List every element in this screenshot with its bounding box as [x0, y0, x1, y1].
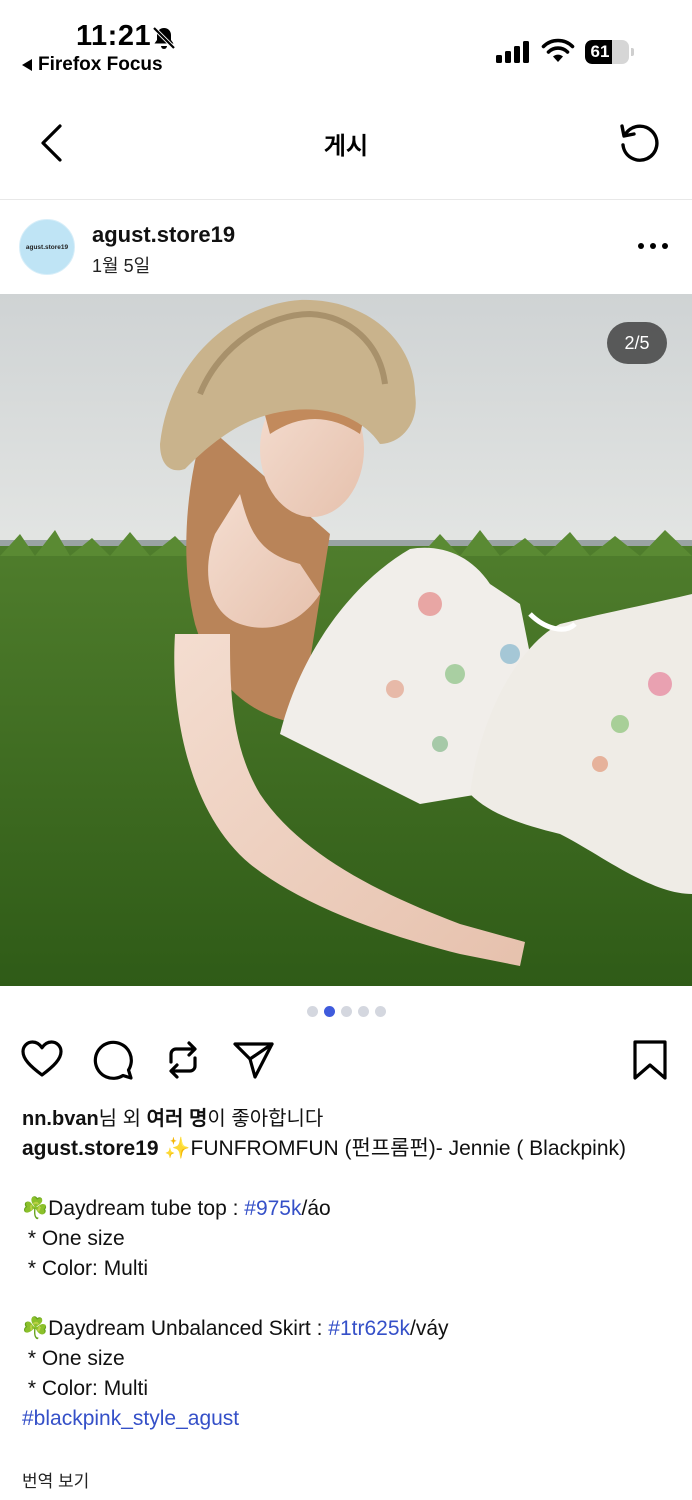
- post-username[interactable]: agust.store19: [92, 222, 235, 248]
- item1-prefix: ☘️Daydream tube top :: [22, 1197, 245, 1220]
- navigation-bar: 게시: [0, 90, 692, 200]
- item1-color: * Color: Multi: [22, 1257, 149, 1280]
- avatar[interactable]: agust.store19: [19, 219, 75, 275]
- likes-summary[interactable]: nn.bvan님 외 여러 명이 좋아합니다: [22, 1102, 323, 1131]
- caption-hashtag[interactable]: #blackpink_style_agust: [22, 1404, 662, 1434]
- liker-username[interactable]: nn.bvan: [22, 1108, 99, 1130]
- post-caption: agust.store19 ✨FUNFROMFUN (펀프롬펀)- Jennie…: [22, 1134, 662, 1434]
- more-horizontal-icon[interactable]: [636, 238, 670, 254]
- image-counter-badge: 2/5: [607, 322, 667, 364]
- status-bar: 11:21 Firefox Focus 61: [0, 0, 692, 90]
- post-photo-illustration: [0, 294, 692, 986]
- caption-intro: ✨FUNFROMFUN (펀프롬펀)- Jennie ( Blackpink): [158, 1137, 627, 1160]
- back-app-label: Firefox Focus: [38, 54, 163, 75]
- avatar-text: agust.store19: [25, 243, 69, 251]
- repost-icon[interactable]: [161, 1038, 205, 1082]
- item2-size: * One size: [22, 1347, 125, 1370]
- carousel-dot: [306, 1006, 318, 1017]
- wifi-icon: [541, 38, 575, 62]
- heart-icon[interactable]: [20, 1038, 64, 1082]
- battery-level-text: 61: [590, 42, 610, 61]
- likes-others[interactable]: 여러 명: [147, 1108, 208, 1130]
- post-header: agust.store19 agust.store19 1월 5일: [0, 200, 692, 294]
- translate-link[interactable]: 번역 보기: [22, 1467, 89, 1492]
- post-image[interactable]: 2/5: [0, 294, 692, 986]
- carousel-dot: [357, 1006, 369, 1017]
- item1-price-tag[interactable]: #975k: [244, 1197, 301, 1220]
- item2-prefix: ☘️Daydream Unbalanced Skirt :: [22, 1317, 329, 1340]
- cellular-signal-icon: [496, 41, 529, 63]
- refresh-icon[interactable]: [616, 120, 662, 166]
- post-actions: [0, 1038, 692, 1082]
- carousel-dot: [340, 1006, 352, 1017]
- carousel-dot-active: [323, 1006, 335, 1017]
- likes-text-mid: 님 외: [98, 1108, 147, 1130]
- item1-suffix: /áo: [301, 1197, 331, 1220]
- caption-intro-line: agust.store19 ✨FUNFROMFUN (펀프롬펀)- Jennie…: [22, 1134, 662, 1164]
- back-triangle-icon: [22, 59, 32, 71]
- carousel-dot: [374, 1006, 386, 1017]
- comment-icon[interactable]: [91, 1038, 135, 1082]
- item2-color: * Color: Multi: [22, 1377, 149, 1400]
- likes-text-tail: 이 좋아합니다: [207, 1108, 324, 1130]
- carousel-indicator: [0, 1006, 692, 1018]
- bell-muted-icon: [152, 26, 176, 50]
- status-time: 11:21: [76, 20, 152, 52]
- item2-suffix: /váy: [410, 1317, 449, 1340]
- caption-item1: ☘️Daydream tube top : #975k/áo: [22, 1194, 662, 1224]
- post-date: 1월 5일: [92, 256, 151, 276]
- bookmark-icon[interactable]: [628, 1038, 672, 1082]
- caption-item2: ☘️Daydream Unbalanced Skirt : #1tr625k/v…: [22, 1314, 662, 1344]
- back-to-app-link[interactable]: Firefox Focus: [22, 54, 163, 76]
- caption-username[interactable]: agust.store19: [22, 1137, 159, 1160]
- page-title: 게시: [323, 133, 369, 160]
- battery-indicator: 61: [585, 40, 634, 64]
- item1-size: * One size: [22, 1227, 125, 1250]
- send-icon[interactable]: [231, 1038, 275, 1082]
- item2-price-tag[interactable]: #1tr625k: [328, 1317, 410, 1340]
